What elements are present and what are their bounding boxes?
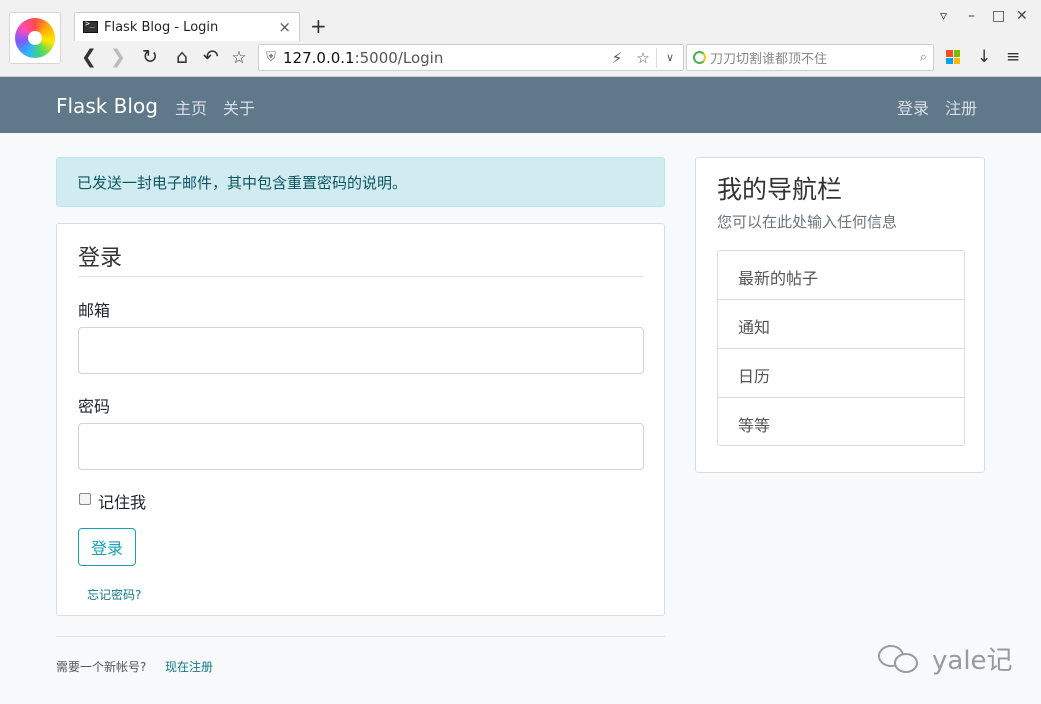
browser-logo-icon xyxy=(15,18,55,58)
address-bar[interactable]: ⛨ 127.0.0.1:5000/Login ⚡ ☆ ∨ xyxy=(258,44,684,71)
nav-link-register[interactable]: 注册 xyxy=(945,95,977,119)
watermark-text: yale记 xyxy=(932,646,1013,676)
close-window-icon[interactable]: ✕ xyxy=(1016,8,1028,24)
flash-alert: 已发送一封电子邮件，其中包含重置密码的说明。 xyxy=(56,157,665,207)
register-link[interactable]: 现在注册 xyxy=(165,658,213,675)
skin-icon[interactable]: ▿ xyxy=(940,8,947,24)
nav-link-about[interactable]: 关于 xyxy=(223,95,255,119)
lightning-icon[interactable]: ⚡ xyxy=(604,49,630,67)
email-field[interactable] xyxy=(78,327,644,374)
remember-me-checkbox[interactable] xyxy=(79,493,91,505)
browser-tab[interactable]: Flask Blog - Login × xyxy=(74,12,300,41)
forward-arrow-icon[interactable]: ❯ xyxy=(107,46,129,68)
browser-logo[interactable] xyxy=(9,12,61,64)
back-arrow-icon[interactable]: ❮ xyxy=(78,46,100,68)
url-text[interactable]: 127.0.0.1:5000/Login xyxy=(283,49,604,67)
url-path: :5000/Login xyxy=(354,48,444,67)
browser-chrome: Flask Blog - Login × + ▿ – □ ✕ ❮ ❯ ↻ ⌂ ↶… xyxy=(0,0,1041,77)
bookmark-star-icon[interactable]: ☆ xyxy=(630,49,656,67)
home-icon[interactable]: ⌂ xyxy=(171,46,193,68)
nav-link-home[interactable]: 主页 xyxy=(175,95,207,119)
password-label: 密码 xyxy=(78,397,111,416)
chevron-down-icon[interactable]: ∨ xyxy=(657,51,683,64)
login-submit-button[interactable]: 登录 xyxy=(78,528,136,566)
tab-close-icon[interactable]: × xyxy=(278,18,291,36)
sidebar-title: 我的导航栏 xyxy=(717,175,843,204)
apps-grid-icon[interactable] xyxy=(946,50,960,64)
sidebar-item-latest-posts[interactable]: 最新的帖子 xyxy=(718,251,964,300)
sidebar-card: 我的导航栏 您可以在此处输入任何信息 最新的帖子 通知 日历 等等 xyxy=(695,157,985,473)
register-prompt: 需要一个新帐号? xyxy=(56,660,147,674)
sidebar-subtitle: 您可以在此处输入任何信息 xyxy=(717,213,898,231)
minimize-icon[interactable]: – xyxy=(968,8,975,24)
divider xyxy=(56,636,665,637)
search-icon[interactable]: ⌕ xyxy=(920,50,927,65)
star-icon[interactable]: ☆ xyxy=(228,48,250,68)
terminal-favicon-icon xyxy=(83,19,98,33)
sidebar-item-calendar[interactable]: 日历 xyxy=(718,349,964,398)
shield-icon: ⛨ xyxy=(266,50,276,65)
new-tab-button[interactable]: + xyxy=(310,14,327,38)
hamburger-menu-icon[interactable]: ≡ xyxy=(1006,47,1020,67)
remember-me-label[interactable]: 记住我 xyxy=(98,489,146,513)
sidebar-item-notifications[interactable]: 通知 xyxy=(718,300,964,349)
search-bar[interactable]: 刀刀切割谁都顶不住 ⌕ xyxy=(686,44,934,71)
download-icon[interactable]: ↓ xyxy=(977,47,991,67)
sidebar-list: 最新的帖子 通知 日历 等等 xyxy=(717,250,965,446)
reload-icon[interactable]: ↻ xyxy=(139,46,161,68)
tab-title: Flask Blog - Login xyxy=(104,19,219,35)
form-legend: 登录 xyxy=(78,240,644,277)
sidebar-item-etc[interactable]: 等等 xyxy=(718,398,964,445)
search-engine-icon xyxy=(693,51,706,64)
forgot-password-link[interactable]: 忘记密码? xyxy=(87,586,141,603)
maximize-icon[interactable]: □ xyxy=(992,8,1005,24)
navbar-brand[interactable]: Flask Blog xyxy=(56,94,158,118)
wechat-icon xyxy=(878,641,926,677)
email-label: 邮箱 xyxy=(78,301,111,320)
url-host: 127.0.0.1 xyxy=(283,48,355,67)
nav-link-login[interactable]: 登录 xyxy=(897,95,929,119)
site-navbar: Flask Blog 主页 关于 登录 注册 xyxy=(0,77,1041,133)
watermark: yale记 xyxy=(878,640,1013,677)
login-form: 登录 邮箱 密码 记住我 登录 忘记密码? xyxy=(56,223,665,616)
search-input[interactable]: 刀刀切割谁都顶不住 xyxy=(710,48,920,67)
undo-icon[interactable]: ↶ xyxy=(200,46,222,68)
password-field[interactable] xyxy=(78,423,644,470)
